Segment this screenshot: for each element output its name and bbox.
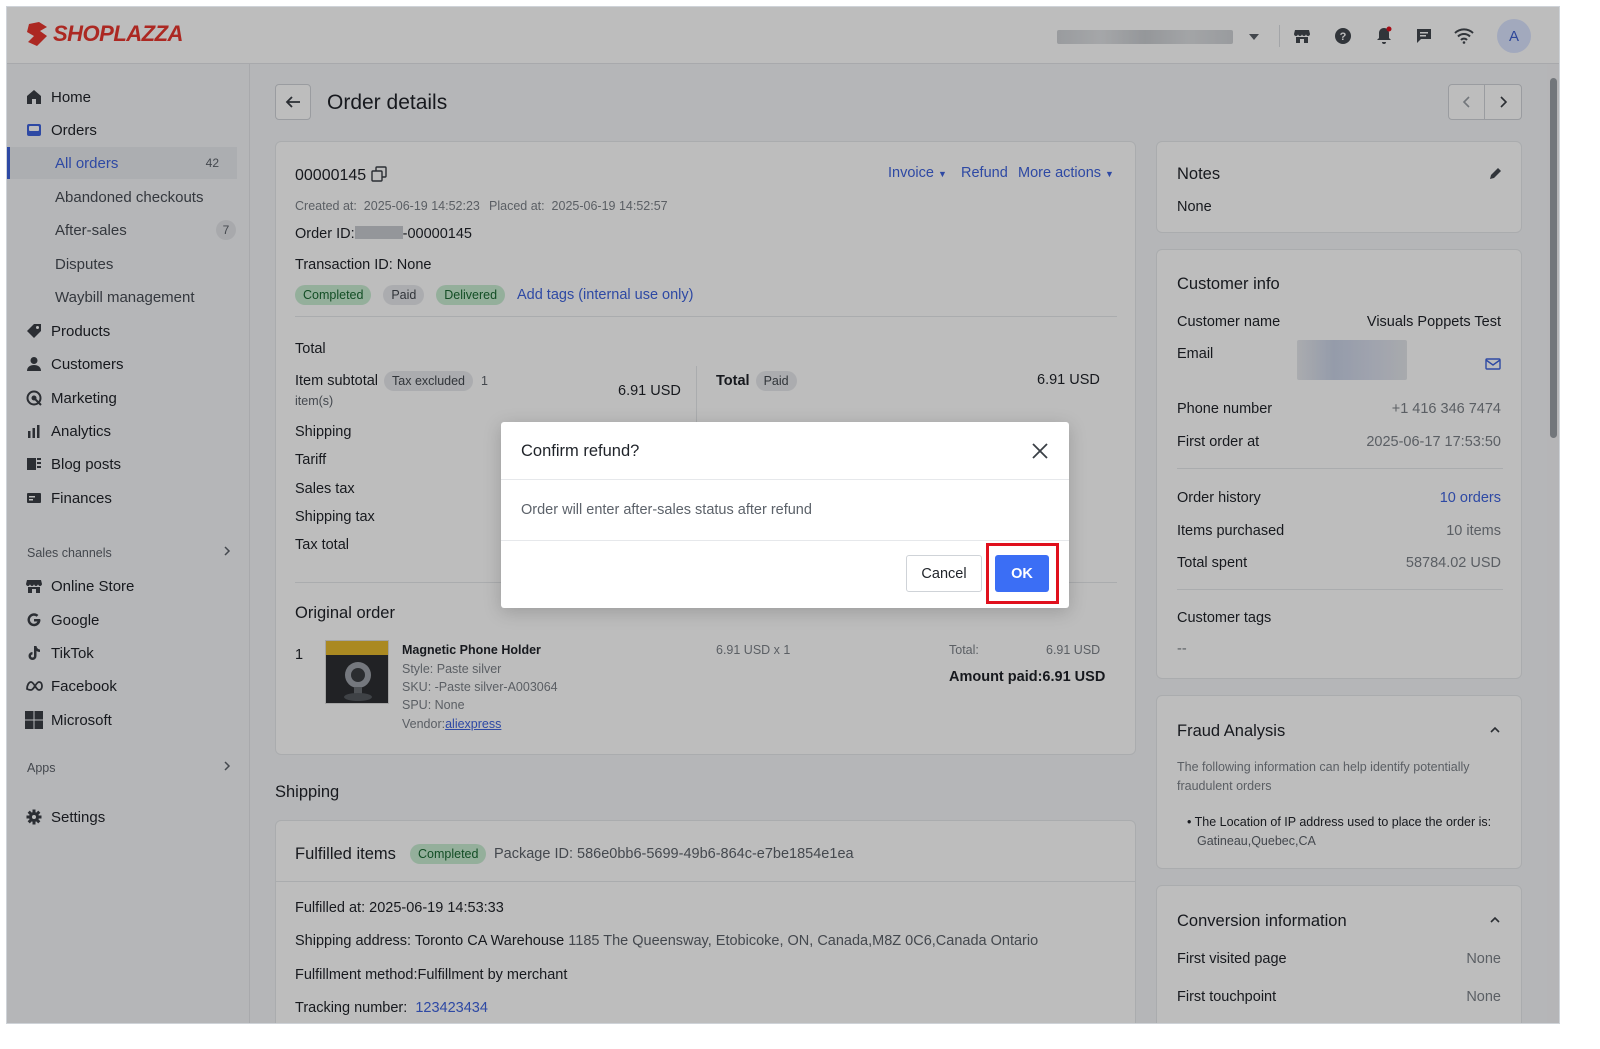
divider bbox=[501, 540, 1069, 541]
dialog-title: Confirm refund? bbox=[521, 442, 640, 460]
ok-button[interactable]: OK bbox=[995, 555, 1049, 592]
app-window: SHOPLAZZA ? A Home Orders All orders 42 … bbox=[6, 6, 1560, 1024]
confirm-refund-dialog: Confirm refund? Order will enter after-s… bbox=[501, 422, 1069, 608]
close-icon[interactable] bbox=[1029, 440, 1051, 462]
divider bbox=[501, 479, 1069, 480]
dialog-message: Order will enter after-sales status afte… bbox=[521, 502, 812, 518]
cancel-button[interactable]: Cancel bbox=[906, 555, 982, 592]
